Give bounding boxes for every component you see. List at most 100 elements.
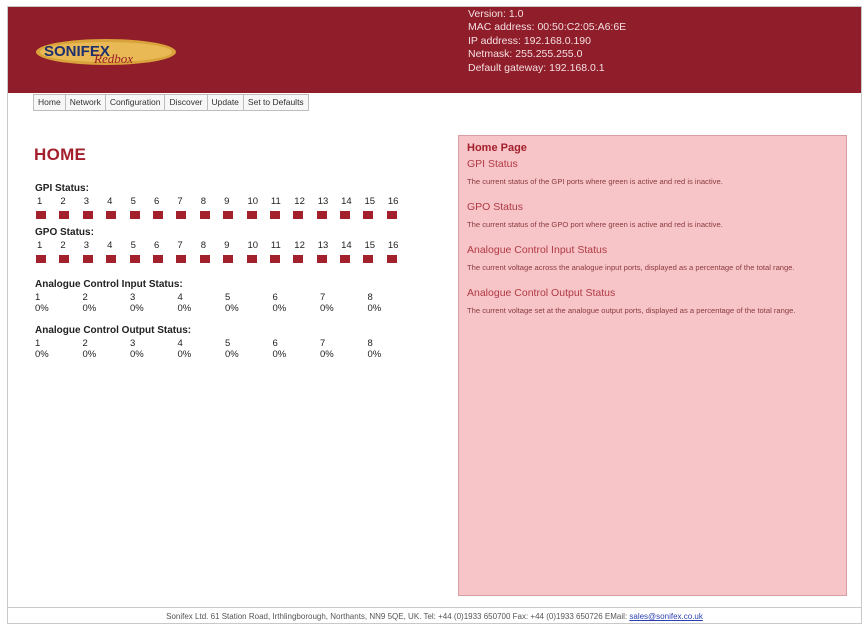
gpi-port: 9 (222, 196, 245, 219)
help-analog-input-text: The current voltage across the analogue … (467, 263, 795, 272)
gpo-port: 15 (362, 240, 385, 263)
gpi-port: 1 (35, 196, 58, 219)
gpi-led-10 (246, 211, 257, 219)
analog-input-channels: 1 2 3 4 5 6 7 8 (35, 292, 373, 303)
nav-update[interactable]: Update (208, 95, 244, 110)
gpo-led-5 (129, 255, 140, 263)
analog-output-value: 0% (177, 349, 192, 360)
gpi-port: 13 (316, 196, 339, 219)
gpo-port: 8 (199, 240, 222, 263)
footer: Sonifex Ltd. 61 Station Road, Irthlingbo… (8, 607, 861, 624)
gpi-port: 6 (152, 196, 175, 219)
analog-output-value: 0% (272, 349, 287, 360)
gpi-port: 3 (82, 196, 105, 219)
gpo-status-section: GPO Status: 1 2 3 4 5 6 7 8 9 10 11 12 1… (35, 227, 415, 263)
analog-output-value: 0% (367, 349, 382, 360)
analog-input-values: 0% 0% 0% 0% 0% 0% 0% 0% (35, 303, 415, 314)
gpi-port: 16 (386, 196, 409, 219)
nav-home[interactable]: Home (34, 95, 66, 110)
gpo-led-14 (340, 255, 351, 263)
footer-address: Sonifex Ltd. 61 Station Road, Irthlingbo… (166, 612, 630, 621)
analog-output-label: Analogue Control Output Status: (35, 325, 192, 336)
gpo-led-10 (246, 255, 257, 263)
gpi-led-15 (363, 211, 374, 219)
help-gpi-heading: GPI Status (467, 158, 518, 170)
gpi-port: 14 (339, 196, 362, 219)
help-gpi-text: The current status of the GPI ports wher… (467, 177, 723, 186)
nav-set-to-defaults[interactable]: Set to Defaults (244, 95, 308, 110)
nav-configuration[interactable]: Configuration (106, 95, 166, 110)
top-nav: Home Network Configuration Discover Upda… (33, 94, 309, 111)
gpo-led-16 (386, 255, 397, 263)
gpo-led-9 (223, 255, 234, 263)
gpi-port: 11 (269, 196, 292, 219)
gpo-led-2 (59, 255, 70, 263)
gpo-led-6 (152, 255, 163, 263)
help-title: Home Page (467, 142, 527, 154)
analog-input-value: 0% (35, 303, 49, 314)
gpo-led-4 (106, 255, 117, 263)
help-analog-output-text: The current voltage set at the analogue … (467, 306, 796, 315)
gpo-port: 12 (292, 240, 315, 263)
gpi-port: 7 (175, 196, 198, 219)
help-gpo-heading: GPO Status (467, 201, 524, 213)
gpo-port: 16 (386, 240, 409, 263)
gpo-led-3 (82, 255, 93, 263)
mac-address-text: MAC address: 00:50:C2:05:A6:6E (468, 21, 627, 34)
nav-network[interactable]: Network (66, 95, 106, 110)
gpo-led-13 (316, 255, 327, 263)
page-title: HOME (34, 145, 87, 164)
sonifex-redbox-logo: SONIFEX Redbox (36, 39, 176, 66)
version-text: Version: 1.0 (468, 8, 524, 20)
header-banner: SONIFEX Redbox Version: 1.0 MAC address:… (8, 7, 861, 93)
device-info: Version: 1.0 MAC address: 00:50:C2:05:A6… (468, 8, 626, 75)
analog-output-value: 0% (82, 349, 97, 360)
analog-input-label: Analogue Control Input Status: (35, 279, 183, 290)
gpi-led-9 (223, 211, 234, 219)
gpi-port-row: 1 2 3 4 5 6 7 8 9 10 11 12 13 14 15 16 (35, 196, 415, 219)
gpo-led-12 (293, 255, 304, 263)
gpo-port: 6 (152, 240, 175, 263)
help-analog-output-heading: Analogue Control Output Status (467, 287, 616, 299)
gpo-port: 14 (339, 240, 362, 263)
logo-text-sub: Redbox (93, 51, 133, 66)
gpi-led-14 (340, 211, 351, 219)
analog-output-channels: 1 2 3 4 5 6 7 8 (35, 338, 373, 349)
gpo-port-row: 1 2 3 4 5 6 7 8 9 10 11 12 13 14 15 16 (35, 240, 415, 263)
analog-input-section: Analogue Control Input Status: 1 2 3 4 5… (35, 279, 415, 314)
footer-email-link[interactable]: sales@sonifex.co.uk (629, 612, 703, 621)
gpo-led-1 (36, 255, 46, 263)
gpi-port: 12 (292, 196, 315, 219)
gpi-led-3 (82, 211, 93, 219)
gpi-port: 2 (58, 196, 81, 219)
nav-discover[interactable]: Discover (165, 95, 208, 110)
gpo-port: 13 (316, 240, 339, 263)
gpi-led-5 (129, 211, 140, 219)
help-panel: Home Page GPI Status The current status … (458, 135, 847, 596)
gpi-led-1 (36, 211, 46, 219)
gpi-port: 5 (129, 196, 152, 219)
analog-input-value: 0% (177, 303, 192, 314)
gpo-port: 7 (175, 240, 198, 263)
gpi-port: 8 (199, 196, 222, 219)
analog-output-section: Analogue Control Output Status: 1 2 3 4 … (35, 325, 415, 360)
analog-input-value: 0% (272, 303, 287, 314)
gpo-port: 3 (82, 240, 105, 263)
gpi-led-2 (59, 211, 70, 219)
gpo-port: 10 (246, 240, 269, 263)
analog-output-value: 0% (130, 349, 144, 360)
gpi-led-6 (152, 211, 163, 219)
gpo-led-7 (176, 255, 187, 263)
gpo-port: 5 (129, 240, 152, 263)
gpo-port: 4 (105, 240, 128, 263)
gpi-led-4 (106, 211, 117, 219)
gpo-port: 1 (35, 240, 58, 263)
gpi-led-7 (176, 211, 187, 219)
analog-input-value: 0% (82, 303, 97, 314)
gpi-port: 10 (246, 196, 269, 219)
gpi-led-12 (293, 211, 304, 219)
gpo-led-8 (199, 255, 210, 263)
analog-output-value: 0% (320, 349, 334, 360)
analog-input-value: 0% (130, 303, 144, 314)
gpo-port: 2 (58, 240, 81, 263)
